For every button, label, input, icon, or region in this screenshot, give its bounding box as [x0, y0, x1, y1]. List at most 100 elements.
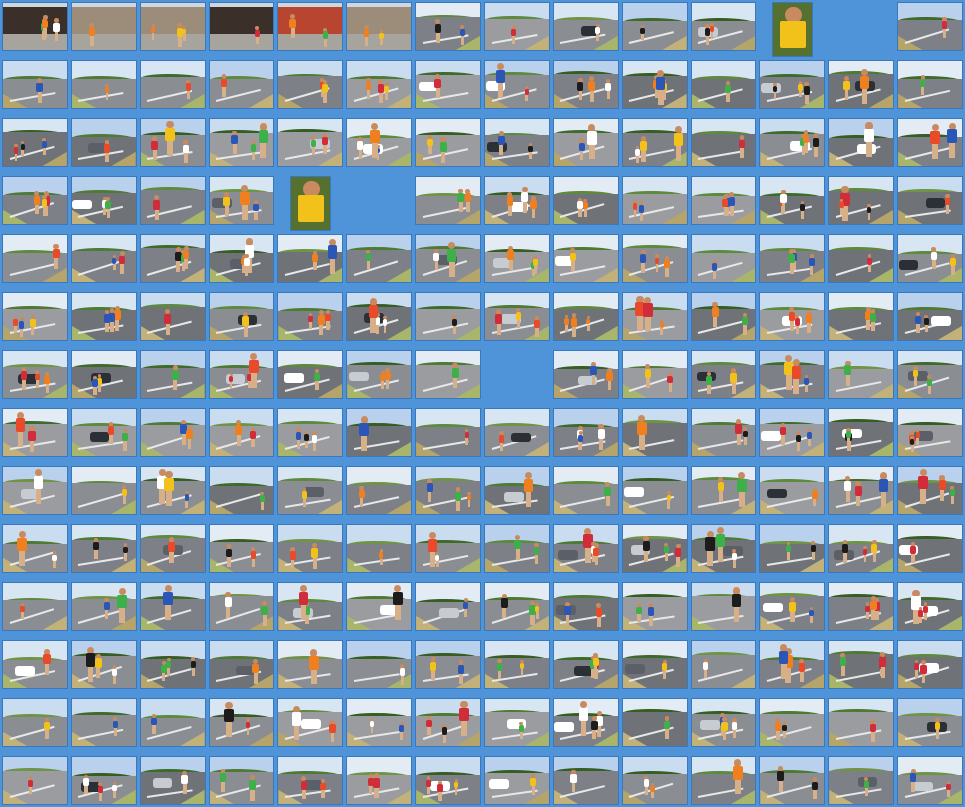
race-photo-thumbnail[interactable]: [139, 234, 206, 283]
race-photo-thumbnail[interactable]: [690, 350, 757, 399]
race-photo-thumbnail[interactable]: [415, 466, 481, 515]
race-photo-thumbnail[interactable]: [621, 176, 688, 225]
race-photo-thumbnail[interactable]: [277, 756, 344, 805]
race-photo-thumbnail[interactable]: [897, 60, 963, 109]
race-photo-thumbnail[interactable]: [139, 466, 206, 515]
race-photo-thumbnail[interactable]: [415, 582, 481, 631]
race-photo-thumbnail[interactable]: [2, 466, 68, 515]
race-photo-thumbnail[interactable]: [277, 582, 344, 631]
race-photo-thumbnail[interactable]: [552, 60, 619, 109]
race-photo-thumbnail[interactable]: [415, 176, 481, 225]
race-photo-thumbnail[interactable]: [828, 118, 895, 167]
race-photo-thumbnail[interactable]: [346, 118, 413, 167]
race-photo-thumbnail[interactable]: [415, 350, 481, 399]
race-photo-thumbnail[interactable]: [484, 582, 550, 631]
race-photo-thumbnail[interactable]: [897, 292, 963, 341]
race-photo-thumbnail[interactable]: [690, 2, 757, 51]
race-photo-thumbnail[interactable]: [139, 756, 206, 805]
race-photo-thumbnail[interactable]: [690, 234, 757, 283]
race-photo-thumbnail[interactable]: [346, 640, 413, 689]
race-photo-thumbnail[interactable]: [621, 60, 688, 109]
race-photo-thumbnail[interactable]: [552, 640, 619, 689]
race-photo-thumbnail[interactable]: [552, 350, 619, 399]
race-photo-thumbnail[interactable]: [621, 118, 688, 167]
race-photo-thumbnail[interactable]: [139, 292, 206, 341]
race-photo-thumbnail[interactable]: [759, 524, 826, 573]
race-photo-thumbnail[interactable]: [70, 582, 137, 631]
race-photo-thumbnail[interactable]: [621, 698, 688, 747]
race-photo-thumbnail[interactable]: [759, 466, 826, 515]
race-photo-thumbnail[interactable]: [139, 408, 206, 457]
race-photo-thumbnail[interactable]: [139, 118, 206, 167]
race-photo-thumbnail[interactable]: [484, 466, 550, 515]
race-photo-thumbnail[interactable]: [828, 524, 895, 573]
race-photo-thumbnail[interactable]: [897, 408, 963, 457]
race-photo-thumbnail[interactable]: [759, 118, 826, 167]
race-photo-thumbnail[interactable]: [346, 582, 413, 631]
race-photo-thumbnail[interactable]: [552, 176, 619, 225]
race-photo-thumbnail[interactable]: [70, 756, 137, 805]
race-photo-thumbnail[interactable]: [759, 292, 826, 341]
race-photo-thumbnail[interactable]: [70, 118, 137, 167]
race-photo-thumbnail[interactable]: [759, 350, 826, 399]
race-photo-thumbnail[interactable]: [415, 698, 481, 747]
race-photo-thumbnail[interactable]: [828, 234, 895, 283]
race-photo-thumbnail[interactable]: [208, 350, 275, 399]
race-photo-thumbnail[interactable]: [346, 60, 413, 109]
race-photo-thumbnail[interactable]: [277, 2, 344, 51]
race-photo-thumbnail[interactable]: [70, 292, 137, 341]
race-photo-thumbnail[interactable]: [690, 60, 757, 109]
race-photo-thumbnail[interactable]: [2, 640, 68, 689]
race-photo-thumbnail[interactable]: [552, 408, 619, 457]
race-photo-thumbnail[interactable]: [484, 60, 550, 109]
race-photo-thumbnail[interactable]: [484, 756, 550, 805]
race-photo-thumbnail[interactable]: [690, 524, 757, 573]
race-photo-thumbnail[interactable]: [2, 408, 68, 457]
race-photo-thumbnail[interactable]: [552, 582, 619, 631]
race-photo-thumbnail[interactable]: [621, 350, 688, 399]
race-photo-thumbnail[interactable]: [897, 2, 963, 51]
race-photo-thumbnail[interactable]: [621, 640, 688, 689]
race-photo-thumbnail[interactable]: [139, 2, 206, 51]
race-photo-thumbnail[interactable]: [346, 234, 413, 283]
race-photo-thumbnail[interactable]: [621, 234, 688, 283]
race-photo-thumbnail[interactable]: [771, 2, 813, 57]
race-photo-thumbnail[interactable]: [208, 524, 275, 573]
race-photo-thumbnail[interactable]: [897, 118, 963, 167]
race-photo-thumbnail[interactable]: [277, 408, 344, 457]
race-photo-thumbnail[interactable]: [897, 350, 963, 399]
race-photo-thumbnail[interactable]: [897, 176, 963, 225]
race-photo-thumbnail[interactable]: [415, 118, 481, 167]
race-photo-thumbnail[interactable]: [346, 408, 413, 457]
race-photo-thumbnail[interactable]: [690, 118, 757, 167]
race-photo-thumbnail[interactable]: [277, 640, 344, 689]
race-photo-thumbnail[interactable]: [2, 2, 68, 51]
race-photo-thumbnail[interactable]: [2, 60, 68, 109]
race-photo-thumbnail[interactable]: [897, 234, 963, 283]
race-photo-thumbnail[interactable]: [621, 408, 688, 457]
race-photo-thumbnail[interactable]: [621, 524, 688, 573]
race-photo-thumbnail[interactable]: [208, 292, 275, 341]
race-photo-thumbnail[interactable]: [2, 524, 68, 573]
race-photo-thumbnail[interactable]: [759, 582, 826, 631]
race-photo-thumbnail[interactable]: [415, 408, 481, 457]
race-photo-thumbnail[interactable]: [759, 176, 826, 225]
race-photo-thumbnail[interactable]: [690, 176, 757, 225]
race-photo-thumbnail[interactable]: [139, 60, 206, 109]
race-photo-thumbnail[interactable]: [415, 756, 481, 805]
race-photo-thumbnail[interactable]: [2, 292, 68, 341]
race-photo-thumbnail[interactable]: [621, 466, 688, 515]
race-photo-thumbnail[interactable]: [759, 234, 826, 283]
race-photo-thumbnail[interactable]: [552, 756, 619, 805]
race-photo-thumbnail[interactable]: [208, 60, 275, 109]
race-photo-thumbnail[interactable]: [415, 234, 481, 283]
race-photo-thumbnail[interactable]: [70, 524, 137, 573]
race-photo-thumbnail[interactable]: [897, 698, 963, 747]
race-photo-thumbnail[interactable]: [277, 60, 344, 109]
race-photo-thumbnail[interactable]: [621, 2, 688, 51]
race-photo-thumbnail[interactable]: [759, 640, 826, 689]
race-photo-thumbnail[interactable]: [208, 582, 275, 631]
race-photo-thumbnail[interactable]: [208, 698, 275, 747]
race-photo-thumbnail[interactable]: [70, 698, 137, 747]
race-photo-thumbnail[interactable]: [828, 176, 895, 225]
